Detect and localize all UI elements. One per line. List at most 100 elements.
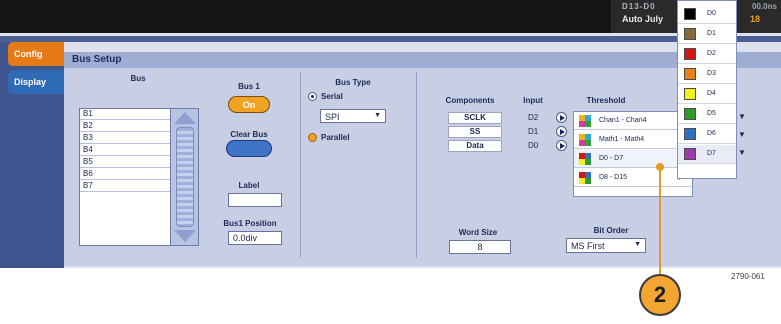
digital-item-label: D6 — [707, 130, 716, 137]
digital-item-d6[interactable]: D6 — [678, 125, 736, 144]
digital-item-label: D1 — [707, 30, 716, 37]
threshold-item-chan[interactable]: Chan1 - Chan4 ▶ — [574, 112, 692, 130]
digital-item-d5[interactable]: D5 — [678, 105, 736, 124]
word-size-label: Word Size — [458, 228, 498, 237]
bus1-label: Bus 1 — [238, 82, 260, 91]
play-arrow-icon[interactable] — [556, 140, 567, 151]
scroll-down-arrow-icon[interactable] — [174, 230, 196, 242]
threshold-item-math[interactable]: Math1 - Math4 ▶ — [574, 131, 692, 149]
scroll-thumb[interactable] — [176, 127, 194, 227]
panel-title: Bus Setup — [64, 52, 781, 68]
bus-list-scrollbar[interactable] — [170, 109, 198, 245]
bit-order-label: Bit Order — [593, 226, 629, 235]
color-swatch-icon — [684, 48, 696, 60]
component-data: Data — [448, 140, 502, 152]
threshold-item-label: D8 - D15 — [599, 174, 628, 181]
divider — [416, 72, 417, 258]
bus-list-item[interactable]: B4 — [80, 145, 170, 156]
component-sclk: SCLK — [448, 112, 502, 124]
digital-item-d3[interactable]: D3 — [678, 65, 736, 84]
callout-leader-line — [659, 166, 661, 274]
chevron-down-icon: ▼ — [374, 112, 381, 119]
color-swatch-icon — [684, 68, 696, 80]
color-swatch-icon — [684, 28, 696, 40]
bus-list[interactable]: B1 B2 B3 B4 B5 B6 B7 — [79, 108, 199, 246]
digital-item-label: D3 — [707, 70, 716, 77]
status-year-fragment: 18 — [750, 14, 761, 24]
component-ss: SS — [448, 126, 502, 138]
clear-bus-label: Clear Bus — [230, 130, 268, 139]
bit-order-select[interactable]: MS First ▼ — [566, 238, 646, 253]
digital-item-d4[interactable]: D4 — [678, 85, 736, 104]
digital-channel-menu[interactable]: D0 D1 D2 D3 D4 D5 D6 D7 — [677, 0, 737, 179]
color-swatch-icon — [684, 8, 696, 20]
color-grid-icon — [579, 115, 591, 127]
play-arrow-icon[interactable] — [556, 126, 567, 137]
color-grid-icon — [579, 134, 591, 146]
digital-item-label: D7 — [707, 150, 716, 157]
input-header: Input — [523, 96, 543, 105]
top-status-bar — [0, 0, 781, 33]
digital-item-d7[interactable]: D7 — [678, 145, 736, 164]
chevron-down-icon[interactable]: ▼ — [738, 130, 746, 139]
chevron-down-icon[interactable]: ▼ — [738, 112, 746, 121]
threshold-item-d8-d15[interactable]: D8 - D15 ▶ — [574, 169, 692, 187]
bus1-position-field[interactable]: 0.0div — [228, 231, 282, 245]
threshold-menu[interactable]: Chan1 - Chan4 ▶ Math1 - Math4 ▶ D0 - D7 … — [573, 111, 693, 197]
digital-item-d1[interactable]: D1 — [678, 25, 736, 44]
digital-item-label: D2 — [707, 50, 716, 57]
bus-list-header: Bus — [130, 74, 146, 83]
color-swatch-icon — [684, 88, 696, 100]
threshold-item-label: Math1 - Math4 — [599, 136, 645, 143]
label-caption: Label — [238, 181, 260, 190]
threshold-item-d0-d7[interactable]: D0 - D7 — [574, 150, 692, 168]
word-size-field[interactable]: 8 — [449, 240, 511, 254]
color-swatch-icon — [684, 108, 696, 120]
bus1-position-label: Bus1 Position — [223, 219, 277, 228]
parallel-radio[interactable] — [308, 133, 317, 142]
chevron-down-icon[interactable]: ▼ — [738, 148, 746, 157]
digital-item-d2[interactable]: D2 — [678, 45, 736, 64]
serial-radio[interactable] — [308, 92, 317, 101]
tab-display[interactable]: Display — [8, 70, 64, 94]
clear-bus-button[interactable] — [226, 140, 272, 157]
bus-list-item[interactable]: B6 — [80, 169, 170, 180]
chevron-down-icon: ▼ — [634, 241, 641, 248]
threshold-header: Threshold — [586, 96, 626, 105]
figure-number: 2790-061 — [731, 272, 765, 281]
serial-type-value: SPI — [325, 112, 340, 122]
scroll-up-arrow-icon[interactable] — [174, 112, 196, 124]
digital-item-label: D5 — [707, 110, 716, 117]
color-grid-icon — [579, 153, 591, 165]
bus-list-item[interactable]: B5 — [80, 157, 170, 168]
play-arrow-icon[interactable] — [556, 112, 567, 123]
status-trigger-date: Auto July — [622, 14, 664, 24]
menu-strip — [0, 36, 781, 42]
serial-type-select[interactable]: SPI ▼ — [320, 109, 386, 123]
digital-item-d0[interactable]: D0 — [678, 5, 736, 24]
status-timebase: 00.0ns — [752, 2, 777, 11]
bus-list-item[interactable]: B1 — [80, 109, 170, 120]
bus-list-item[interactable]: B3 — [80, 133, 170, 144]
input-sclk[interactable]: D2 — [528, 113, 538, 122]
serial-label: Serial — [321, 92, 343, 101]
bus-list-item[interactable]: B7 — [80, 181, 170, 192]
label-field[interactable] — [228, 193, 282, 207]
input-ss[interactable]: D1 — [528, 127, 538, 136]
digital-item-label: D0 — [707, 10, 716, 17]
color-swatch-icon — [684, 148, 696, 160]
color-swatch-icon — [684, 128, 696, 140]
color-grid-icon — [579, 172, 591, 184]
tab-config[interactable]: Config — [8, 42, 64, 66]
threshold-item-label: D0 - D7 — [599, 155, 624, 162]
bus1-on-button[interactable]: On — [228, 96, 270, 113]
digital-item-label: D4 — [707, 90, 716, 97]
bit-order-value: MS First — [571, 241, 605, 251]
input-data[interactable]: D0 — [528, 141, 538, 150]
parallel-label: Parallel — [321, 133, 350, 142]
bus-type-header: Bus Type — [335, 78, 371, 87]
step-callout-badge: 2 — [639, 274, 681, 316]
status-channel-readout: D13-D0 — [622, 2, 656, 11]
bus-list-item[interactable]: B2 — [80, 121, 170, 132]
threshold-item-label: Chan1 - Chan4 — [599, 117, 647, 124]
